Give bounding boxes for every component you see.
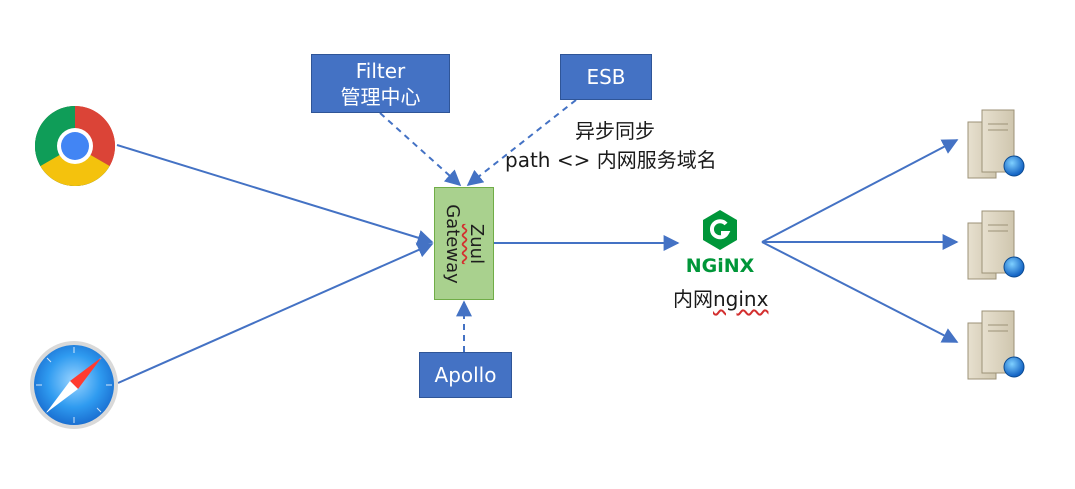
nginx-label: 内网nginx: [673, 286, 768, 312]
nginx-logo-icon: NGiNX: [686, 210, 755, 277]
apollo-box: Apollo: [419, 352, 512, 398]
nginx-label-suffix: nginx: [713, 287, 769, 311]
arrow-safari-to-gateway: [117, 242, 434, 384]
safari-browser-icon: [30, 341, 118, 429]
filter-box-line2: 管理中心: [340, 84, 421, 109]
arrow-nginx-to-server-1: [761, 139, 959, 243]
chrome-browser-icon: [35, 106, 115, 186]
esb-box: ESB: [560, 54, 652, 100]
apollo-box-label: Apollo: [434, 363, 497, 387]
gateway-line1: Zuul: [466, 223, 487, 264]
gateway-line2: Gateway: [442, 203, 463, 284]
nginx-label-prefix: 内网: [673, 287, 713, 311]
architecture-diagram: NGiNX: [30, 99, 1025, 429]
sync-label-line1: 异步同步: [575, 119, 655, 143]
sync-label-line2: path <> 内网服务域名: [505, 148, 717, 172]
filter-management-box: Filter 管理中心: [311, 54, 450, 113]
esb-box-label: ESB: [586, 65, 626, 89]
server-icon: [967, 109, 1025, 179]
zuul-gateway-box: Zuul Gateway: [434, 187, 494, 300]
arrow-nginx-to-server-3: [761, 241, 959, 343]
arrow-chrome-to-gateway: [116, 144, 434, 246]
arrows: [116, 99, 959, 384]
server-icon: [967, 310, 1025, 380]
nginx-logo-text: NGiNX: [686, 255, 755, 277]
arrow-filter-to-gateway: [379, 112, 462, 187]
filter-box-line1: Filter: [355, 58, 406, 83]
server-icon: [967, 210, 1025, 280]
